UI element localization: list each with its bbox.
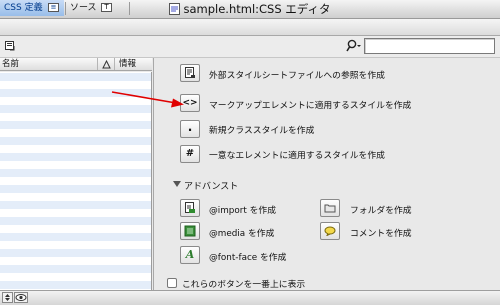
comment-icon [324, 226, 336, 237]
sort-arrows-icon [5, 294, 10, 301]
column-name-header[interactable]: 名前 [2, 58, 19, 70]
tab-css-label: CSS 定義 [4, 3, 43, 13]
new-element-style-label: マークアップエレメントに適用するスタイルを作成 [209, 101, 412, 111]
column-info-header[interactable]: 情報 [119, 58, 136, 70]
create-font-face-label: @font-face を作成 [209, 253, 287, 263]
import-icon [185, 202, 195, 213]
font-face-icon: A [185, 248, 195, 261]
list-row-stripe [0, 217, 151, 225]
folder-icon [324, 204, 336, 213]
list-row-stripe [0, 201, 151, 209]
view-toggle-button[interactable] [14, 292, 28, 303]
css-tab-icon: ≡ [48, 3, 59, 12]
list-row-stripe [0, 169, 151, 177]
list-row-stripe [0, 185, 151, 193]
create-import-button[interactable] [180, 199, 200, 217]
list-row-stripe [0, 281, 151, 289]
create-folder-button[interactable] [320, 199, 340, 217]
list-row-stripe [0, 265, 151, 273]
new-id-style-button[interactable]: # [180, 145, 200, 163]
source-tab-icon: T [101, 3, 112, 12]
advanced-heading[interactable]: アドバンスト [184, 179, 238, 192]
tab-css-definition[interactable]: CSS 定義 ≡ [0, 0, 64, 16]
status-bar [0, 290, 500, 305]
type-column-icon [101, 59, 111, 69]
list-header: 名前 情報 [0, 58, 152, 71]
create-comment-label: コメントを作成 [350, 229, 412, 239]
new-id-style-label: 一意なエレメントに適用するスタイルを作成 [209, 151, 385, 161]
list-row-stripe [0, 233, 151, 241]
link-stylesheet-label: 外部スタイルシートファイルへの参照を作成 [209, 71, 385, 81]
tab-source[interactable]: ソース T [66, 0, 128, 16]
new-class-style-label: 新規クラススタイルを作成 [209, 126, 315, 136]
list-row-stripe [0, 153, 151, 161]
show-buttons-on-top-label[interactable]: これらのボタンを一番上に表示 [182, 277, 305, 290]
tab-bar [0, 19, 500, 36]
new-rule-icon[interactable] [5, 41, 15, 51]
eye-icon [15, 294, 27, 301]
create-import-label: @import を作成 [209, 206, 277, 216]
create-font-face-button[interactable]: A [180, 246, 200, 264]
create-media-label: @media を作成 [209, 229, 275, 239]
create-media-button[interactable] [180, 222, 200, 240]
annotation-arrow-icon [111, 91, 184, 108]
search-input[interactable] [364, 38, 495, 54]
list-row-stripe [0, 249, 151, 257]
id-hash-icon: # [185, 148, 195, 159]
link-stylesheet-button[interactable] [180, 64, 200, 82]
media-icon [184, 225, 196, 237]
tab-separator [129, 2, 130, 15]
create-comment-button[interactable] [320, 222, 340, 240]
new-class-style-button[interactable]: . [180, 120, 200, 138]
search-icon[interactable] [346, 39, 362, 53]
list-row-stripe [0, 137, 151, 145]
command-panel [153, 58, 500, 290]
html-file-icon [169, 3, 181, 15]
show-buttons-on-top-checkbox[interactable] [167, 278, 177, 288]
list-row-stripe [0, 73, 151, 81]
column-type-header[interactable] [97, 58, 115, 70]
list-row-stripe [0, 121, 151, 129]
tab-source-label: ソース [70, 3, 97, 13]
stylesheet-link-icon [185, 67, 195, 78]
create-folder-label: フォルダを作成 [350, 206, 412, 216]
disclosure-triangle-icon[interactable] [173, 181, 181, 187]
window-title-text: sample.html:CSS エディタ [183, 2, 331, 16]
arrange-button[interactable] [2, 292, 13, 303]
class-dot-icon: . [187, 120, 193, 134]
